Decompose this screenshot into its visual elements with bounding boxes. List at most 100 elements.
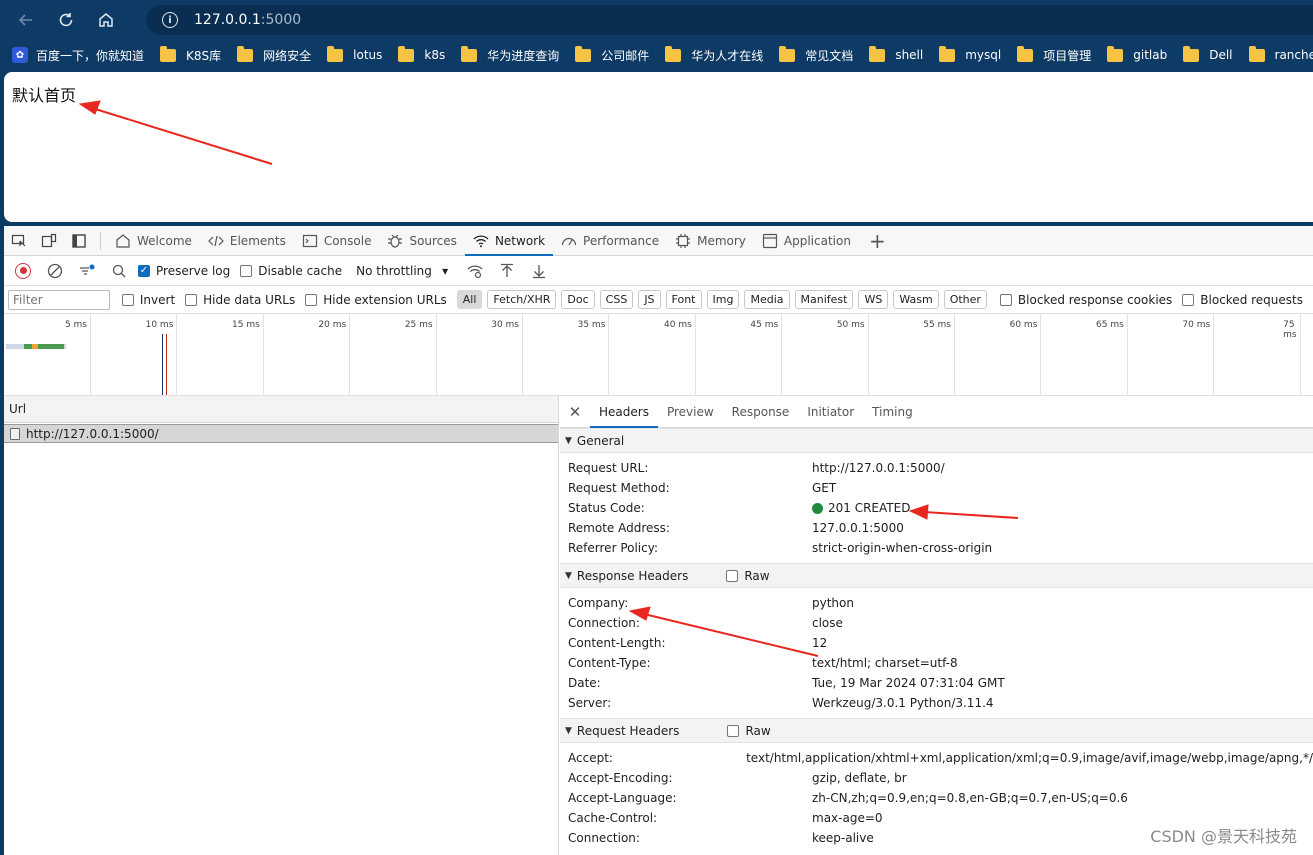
bookmark-folder[interactable]: K8S库 <box>160 45 221 64</box>
type-filter-wasm[interactable]: Wasm <box>893 290 939 309</box>
timeline-tick-label: 15 ms <box>232 320 260 330</box>
folder-icon <box>869 45 886 62</box>
close-icon[interactable]: ✕ <box>560 403 590 421</box>
device-icon <box>41 233 57 247</box>
home-button[interactable] <box>92 6 120 34</box>
bookmark-folder[interactable]: 华为人才在线 <box>665 45 763 64</box>
tab-sources[interactable]: Sources <box>379 226 464 256</box>
throttling-select[interactable]: No throttling ▾ <box>352 260 452 282</box>
add-tab-plus-icon[interactable]: + <box>859 229 896 253</box>
tab-initiator[interactable]: Initiator <box>798 396 863 428</box>
table-row[interactable]: http://127.0.0.1:5000/ <box>4 424 558 443</box>
tab-response[interactable]: Response <box>723 396 799 428</box>
blocked-requests-checkbox[interactable]: Blocked requests <box>1182 293 1303 307</box>
clear-button[interactable] <box>42 258 68 284</box>
type-filter-manifest[interactable]: Manifest <box>794 290 854 309</box>
tab-memory[interactable]: Memory <box>667 226 754 256</box>
column-header-url[interactable]: Url <box>4 396 558 423</box>
inspect-element-button[interactable] <box>4 226 34 256</box>
divider <box>100 231 101 250</box>
tab-elements[interactable]: Elements <box>200 226 294 256</box>
network-conditions-button[interactable] <box>462 258 488 284</box>
tab-welcome[interactable]: Welcome <box>107 226 200 256</box>
tab-headers[interactable]: Headers <box>590 396 658 428</box>
response-header-rows: Company: python Connection: close Content-… <box>560 588 1313 718</box>
dock-side-button[interactable] <box>64 226 94 256</box>
preserve-log-checkbox[interactable]: ✓ Preserve log <box>138 264 230 278</box>
bookmark-folder[interactable]: gitlab <box>1107 45 1167 62</box>
type-filter-fetch-xhr[interactable]: Fetch/XHR <box>487 290 557 309</box>
raw-checkbox[interactable]: Raw <box>727 724 771 738</box>
folder-icon <box>160 45 177 62</box>
hide-extension-urls-checkbox[interactable]: Hide extension URLs <box>305 293 447 307</box>
address-bar[interactable]: i 127.0.0.1 :5000 <box>146 5 1313 35</box>
inspect-icon <box>11 234 26 246</box>
disable-cache-checkbox[interactable]: Disable cache <box>240 264 342 278</box>
blocked-cookies-checkbox[interactable]: Blocked response cookies <box>999 293 1172 307</box>
bookmark-folder[interactable]: 网络安全 <box>237 45 311 64</box>
header-row: Content-Length: 12 <box>568 636 828 650</box>
bookmark-folder[interactable]: 项目管理 <box>1017 45 1091 64</box>
triangle-down-icon: ▼ <box>565 725 572 736</box>
bookmark-folder[interactable]: shell <box>869 45 923 62</box>
bookmark-folder[interactable]: lotus <box>327 45 382 62</box>
back-button[interactable] <box>12 6 40 34</box>
raw-checkbox[interactable]: Raw <box>726 569 770 583</box>
bookmark-baidu[interactable]: ✿ 百度一下，你就知道 <box>12 47 144 64</box>
tab-console[interactable]: Console <box>294 226 380 256</box>
reload-button[interactable] <box>52 6 80 34</box>
bookmark-folder[interactable]: mysql <box>939 45 1001 62</box>
tab-preview[interactable]: Preview <box>658 396 723 428</box>
bookmark-folder[interactable]: k8s <box>398 45 445 62</box>
export-har-button[interactable] <box>526 258 552 284</box>
folder-icon <box>939 45 956 62</box>
tab-application[interactable]: Application <box>754 226 859 256</box>
device-emulation-button[interactable] <box>34 226 64 256</box>
folder-icon <box>575 45 592 62</box>
url-port: :5000 <box>260 12 302 28</box>
timeline-tick-label: 40 ms <box>664 320 692 330</box>
response-headers-section-header[interactable]: ▼ Response Headers Raw <box>560 563 1313 588</box>
timeline-tick <box>694 314 696 395</box>
timeline-tick-label: 65 ms <box>1096 320 1124 330</box>
bookmark-folder[interactable]: 公司邮件 <box>575 45 649 64</box>
tab-timing[interactable]: Timing <box>863 396 922 428</box>
type-filter-doc[interactable]: Doc <box>561 290 595 309</box>
type-filter-other[interactable]: Other <box>943 290 987 309</box>
header-row: Company: python <box>568 596 854 610</box>
chip-icon <box>676 233 691 248</box>
bookmark-folder[interactable]: rancher <box>1248 45 1313 62</box>
timeline-tick <box>1040 314 1042 395</box>
folder-icon <box>1183 45 1200 62</box>
general-section-header[interactable]: ▼ General <box>560 428 1313 453</box>
type-filter-all[interactable]: All <box>456 290 483 309</box>
bookmark-folder[interactable]: 华为进度查询 <box>461 45 559 64</box>
type-filter-js[interactable]: JS <box>638 290 661 309</box>
import-har-button[interactable] <box>494 258 520 284</box>
type-filter-css[interactable]: CSS <box>599 290 634 309</box>
request-detail-pane: ✕ Headers Preview Response Initiator Tim… <box>560 396 1313 855</box>
type-filter-font[interactable]: Font <box>665 290 702 309</box>
network-split-view: Url http://127.0.0.1:5000/ ✕ Headers Pre… <box>4 396 1313 855</box>
type-filter-ws[interactable]: WS <box>858 290 889 309</box>
type-filter-img[interactable]: Img <box>706 290 740 309</box>
window-icon <box>762 233 778 248</box>
hide-data-urls-checkbox[interactable]: Hide data URLs <box>185 293 295 307</box>
tab-network[interactable]: Network <box>464 226 554 256</box>
timeline-tick <box>1299 314 1301 395</box>
site-info-icon[interactable]: i <box>162 12 178 28</box>
type-filter-media[interactable]: Media <box>744 290 790 309</box>
console-icon <box>302 234 317 247</box>
bookmark-folder[interactable]: Dell <box>1183 45 1233 62</box>
record-button[interactable] <box>10 258 36 284</box>
filter-input[interactable]: Filter <box>8 289 110 310</box>
filter-toggle-button[interactable] <box>74 258 100 284</box>
invert-checkbox[interactable]: Invert <box>121 293 175 307</box>
filter-bar: Filter Invert Hide data URLs Hide extens… <box>4 286 1313 314</box>
tab-performance[interactable]: Performance <box>553 226 667 256</box>
timeline-overview[interactable]: 5 ms 10 ms 15 ms 20 ms 25 ms 30 ms 35 ms 40 ms 4… <box>4 314 1313 396</box>
search-button[interactable] <box>106 258 132 284</box>
bookmark-folder[interactable]: 常见文档 <box>779 45 853 64</box>
request-headers-section-header[interactable]: ▼ Request Headers Raw <box>560 718 1313 743</box>
devtools-panel: Welcome Elements Console Sources Network… <box>4 226 1313 855</box>
